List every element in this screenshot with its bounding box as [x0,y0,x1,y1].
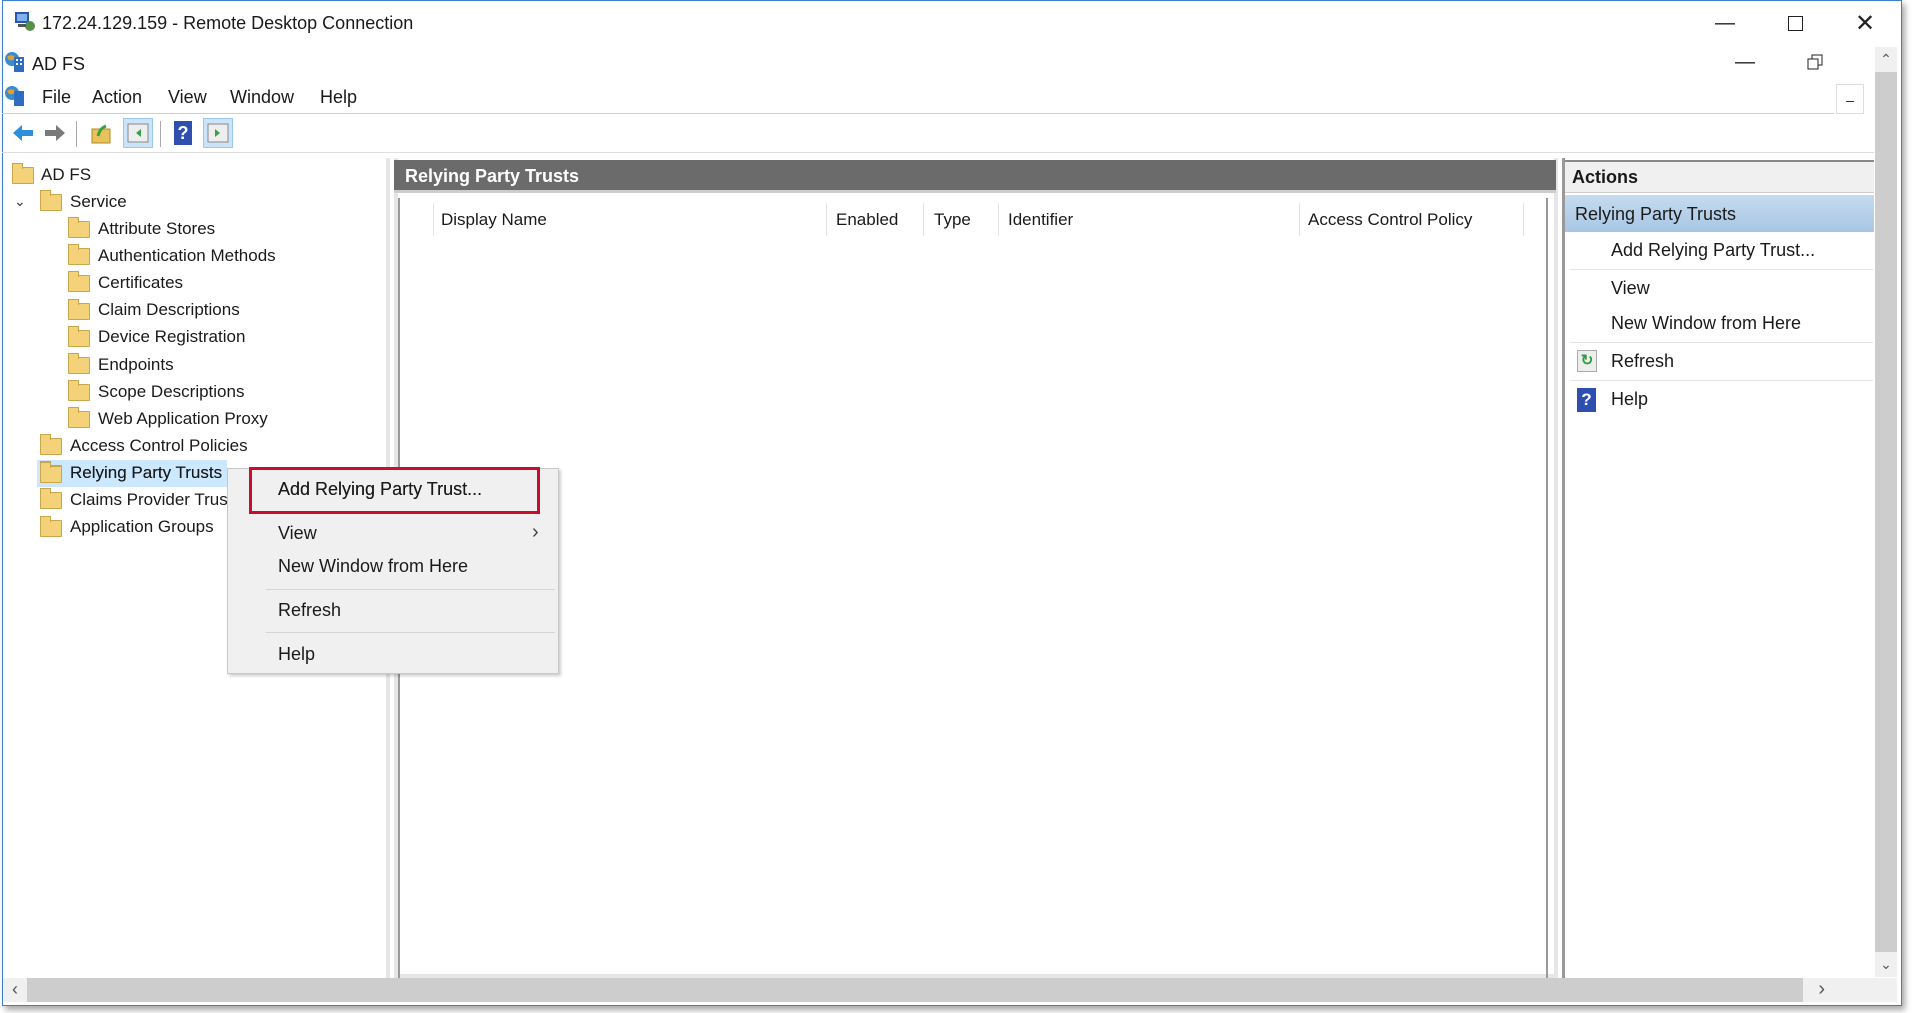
menu-action[interactable]: Action [92,87,142,108]
menu-separator [266,589,555,590]
column-divider[interactable] [1523,203,1524,236]
column-divider[interactable] [1299,203,1300,236]
menu-file[interactable]: File [42,87,71,108]
menu-separator [266,632,555,633]
submenu-arrow-icon: › [532,521,539,543]
folder-icon [68,244,90,266]
rdp-close-button[interactable]: ✕ [1845,8,1885,38]
column-divider[interactable] [998,203,999,236]
tree-root-adfs[interactable]: AD FS [12,161,91,188]
context-menu-new-window[interactable]: New Window from Here [228,549,556,583]
folder-icon [40,488,62,510]
folder-icon [40,515,62,537]
column-display-name[interactable]: Display Name [441,201,547,238]
tree-item-attribute-stores[interactable]: Attribute Stores [68,215,215,242]
action-refresh[interactable]: Refresh [1565,343,1873,379]
chevron-down-icon[interactable]: ⌄ [14,193,34,210]
column-type[interactable]: Type [934,201,971,238]
scroll-right-button[interactable]: › [1803,978,1897,1002]
folder-icon [12,163,34,184]
adfs-app-icon [4,51,26,73]
results-title: Relying Party Trusts [405,166,580,186]
column-identifier[interactable]: Identifier [1008,201,1073,238]
vertical-scrollbar[interactable] [1875,47,1897,977]
scroll-up-button[interactable]: ⌃ [1875,47,1897,72]
horizontal-scrollbar[interactable] [3,978,1875,1002]
list-view [398,198,1548,978]
actions-section-label: Relying Party Trusts [1575,204,1737,224]
toolbar-divider [2,152,1874,153]
highlight-box [249,467,540,514]
folder-icon [68,380,90,402]
action-add-relying-party-trust[interactable]: Add Relying Party Trust... [1565,232,1873,268]
context-menu-refresh[interactable]: Refresh [228,593,556,627]
show-hide-console-tree-icon[interactable] [123,118,153,148]
mmc-minimize-button[interactable]: — [1725,47,1765,77]
help-icon[interactable]: ? [168,118,198,148]
help-icon: ? [1577,388,1596,412]
tree-item-device-registration[interactable]: Device Registration [68,324,245,351]
tree-item-service[interactable]: ⌄ Service [14,188,127,215]
refresh-icon: ↻ [1577,350,1597,372]
adfs-menu-icon [4,85,26,107]
rdp-minimize-button[interactable]: — [1705,8,1745,38]
tree-selected-item[interactable]: Relying Party Trusts [40,460,222,487]
folder-icon [40,190,62,211]
folder-icon [68,217,90,238]
action-view[interactable]: View [1565,270,1873,306]
mmc-restore-button[interactable] [1795,47,1835,77]
column-enabled[interactable]: Enabled [836,201,898,238]
rdp-title: 172.24.129.159 - Remote Desktop Connecti… [42,13,414,33]
show-hide-action-pane-icon[interactable] [203,118,233,148]
toolbar-separator [76,121,77,147]
column-divider[interactable] [923,203,924,236]
up-folder-icon[interactable] [86,118,116,148]
context-menu-view[interactable]: View [228,516,556,550]
back-arrow-icon[interactable] [8,118,38,148]
folder-icon [40,434,62,455]
column-divider[interactable] [433,203,434,236]
column-divider[interactable] [826,203,827,236]
forward-arrow-icon[interactable] [40,118,70,148]
tree-item-application-groups[interactable]: Application Groups [40,514,214,541]
mdi-child-minimize-button[interactable]: – [1836,84,1864,114]
folder-icon [68,325,90,347]
tree-item-web-application-proxy[interactable]: Web Application Proxy [68,405,268,432]
action-help[interactable]: Help [1565,381,1873,417]
folder-icon [68,407,90,429]
action-new-window-from-here[interactable]: New Window from Here [1565,305,1873,341]
scroll-left-button[interactable]: ‹ [3,978,27,1002]
actions-title: Actions [1572,167,1639,187]
mmc-title: AD FS [32,54,86,74]
rdp-maximize-button[interactable] [1775,8,1815,38]
scroll-down-button[interactable]: ⌄ [1875,952,1897,977]
menu-window[interactable]: Window [230,87,294,108]
toolbar-separator [160,121,161,147]
tree-item-access-control-policies[interactable]: Access Control Policies [40,432,248,459]
column-access-control-policy[interactable]: Access Control Policy [1308,201,1472,238]
tree-item-claim-descriptions[interactable]: Claim Descriptions [68,297,240,324]
context-menu-help[interactable]: Help [228,637,556,671]
menu-help[interactable]: Help [320,87,357,108]
tree-item-endpoints[interactable]: Endpoints [68,351,174,378]
folder-icon [68,298,90,320]
folder-icon [40,461,62,483]
rdp-icon [14,10,36,31]
folder-icon [68,271,90,293]
tree-item-authentication-methods[interactable]: Authentication Methods [68,242,276,269]
tree-item-claims-provider-trusts[interactable]: Claims Provider Trusts [40,486,241,513]
tree-item-certificates[interactable]: Certificates [68,269,183,296]
tree-item-scope-descriptions[interactable]: Scope Descriptions [68,378,244,405]
folder-icon [68,353,90,374]
menu-view[interactable]: View [168,87,207,108]
